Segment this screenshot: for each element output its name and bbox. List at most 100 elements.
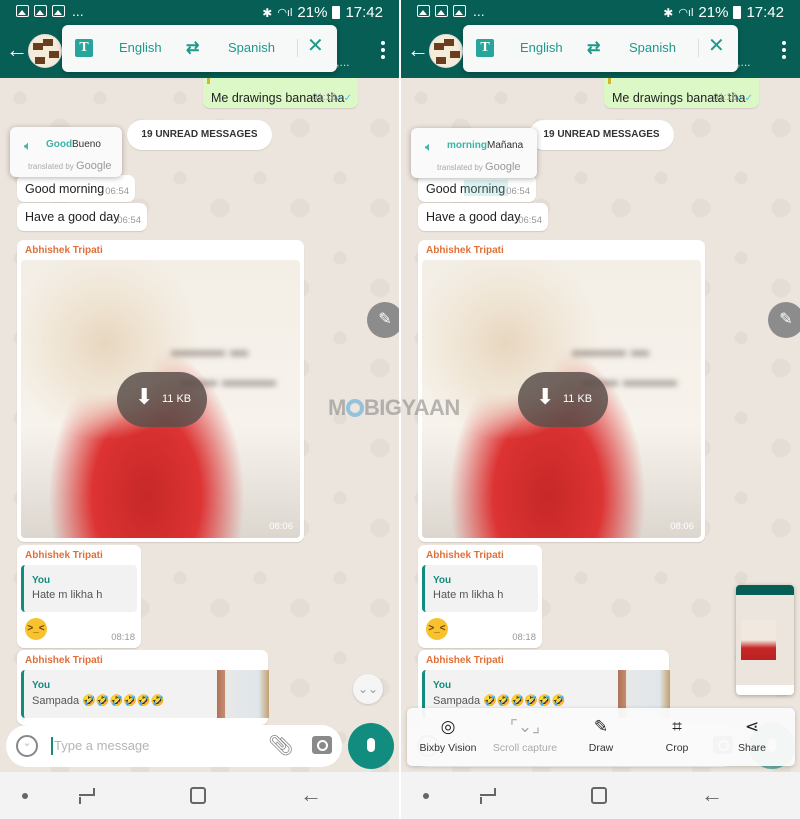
download-button[interactable]: ⬇ 11 KB (117, 372, 207, 427)
crop-icon: ⌗ (672, 717, 682, 736)
swap-languages-icon[interactable]: ⇄ (186, 38, 199, 58)
image-notification-icon (417, 5, 430, 17)
quoted-message[interactable]: You Hate m likha h (422, 565, 538, 612)
translate-logo-icon: T (75, 39, 93, 57)
screenshot-preview-thumbnail[interactable] (736, 585, 794, 695)
close-icon[interactable]: ✕ (307, 36, 324, 56)
mic-icon (367, 738, 375, 752)
image-notification-icon (435, 5, 448, 17)
recents-icon[interactable] (79, 788, 95, 804)
blurred-image[interactable]: ▬▬▬ ▬ ▬▬ ▬▬▬ ⬇ 11 KB 08:06 (21, 260, 300, 538)
message-bubble[interactable]: Have a good day 06:54 (17, 203, 147, 231)
group-avatar[interactable] (429, 34, 463, 68)
source-language[interactable]: English (520, 40, 563, 55)
word-selection-highlight (464, 180, 508, 196)
message-input[interactable]: ᵕ Type a message 📎︎ (6, 725, 342, 767)
sender-name: Abhishek Tripati (25, 245, 103, 256)
more-options-icon[interactable] (782, 41, 786, 62)
eye-icon: ◎ (440, 717, 456, 736)
download-arrow-icon: ⬇ (135, 384, 154, 409)
image-message[interactable]: Abhishek Tripati ▬▬▬ ▬ ▬▬ ▬▬▬ ⬇ 11 KB 08… (418, 240, 705, 542)
translation-popup: 🔈︎ morning Mañana translated by Google (411, 128, 537, 178)
scroll-capture-button[interactable]: ⌜⌄⌟ Scroll capture (490, 708, 560, 766)
laughing-emoji: >_< (25, 618, 47, 640)
message-time: 08:06 (269, 521, 293, 532)
message-time: 08:06 (670, 521, 694, 532)
wifi-signal-icon: ◠ıl (678, 7, 694, 19)
nav-dot[interactable] (22, 793, 28, 799)
image-blur-text: ▬▬▬ ▬ (572, 340, 650, 360)
image-notification-icon (34, 5, 47, 17)
back-icon[interactable]: ← (701, 782, 723, 808)
home-icon[interactable] (190, 787, 206, 804)
wifi-signal-icon: ◠ıl (277, 7, 293, 19)
swap-languages-icon[interactable]: ⇄ (587, 38, 600, 58)
pencil-edge-handle[interactable]: ✎ (367, 302, 399, 338)
crop-button[interactable]: ⌗ Crop (642, 708, 712, 766)
source-language[interactable]: English (119, 40, 162, 55)
reply-message[interactable]: Abhishek Tripati You Sampada 🤣🤣🤣🤣🤣🤣 (17, 650, 269, 725)
sender-name: Abhishek Tripati (426, 655, 504, 666)
credit-brand: Google (485, 161, 521, 173)
translate-bar: T English ⇄ Spanish ✕ (463, 25, 738, 72)
smart-capture-toolbar: ◎ Bixby Vision ⌜⌄⌟ Scroll capture ✎ Draw… (407, 708, 795, 766)
group-avatar[interactable] (28, 34, 62, 68)
close-icon[interactable]: ✕ (708, 36, 725, 56)
tool-label: Scroll capture (492, 742, 558, 754)
message-text: Have a good day (25, 210, 120, 224)
message-bubble[interactable]: Good morning 06:54 (418, 175, 536, 202)
blurred-image[interactable]: ▬▬▬ ▬ ▬▬ ▬▬▬ ⬇ 11 KB 08:06 (422, 260, 701, 538)
credit-prefix: translated by (437, 163, 483, 172)
message-time: 06:54 (506, 186, 530, 197)
message-placeholder[interactable]: Type a message (54, 738, 149, 753)
scroll-down-icon[interactable]: ⌄⌄ (353, 674, 383, 704)
bixby-vision-button[interactable]: ◎ Bixby Vision (413, 708, 483, 766)
download-arrow-icon: ⬇ (536, 384, 555, 409)
bluetooth-icon: ✱ (663, 5, 674, 20)
emoji-icon[interactable]: ᵕ (16, 735, 38, 757)
target-language[interactable]: Spanish (228, 40, 275, 55)
message-bubble[interactable]: Have a good day 06:54 (418, 203, 548, 231)
image-notification-icon (453, 5, 466, 17)
more-options-icon[interactable] (381, 41, 385, 62)
quote-author: You (32, 575, 51, 586)
attach-icon[interactable]: 📎︎ (268, 733, 293, 758)
home-icon[interactable] (591, 787, 607, 804)
quoted-image-thumbnail (217, 670, 269, 718)
target-language[interactable]: Spanish (629, 40, 676, 55)
message-text: Have a good day (426, 210, 521, 224)
camera-icon[interactable] (312, 736, 332, 754)
sender-name: Abhishek Tripati (426, 550, 504, 561)
reply-message[interactable]: Abhishek Tripati You Hate m likha h >_< … (418, 545, 542, 648)
speaker-icon[interactable]: 🔈︎ (24, 138, 32, 154)
nav-dot[interactable] (423, 793, 429, 799)
translated-word: Mañana (487, 140, 524, 151)
image-blur-text: ▬▬▬ ▬ (171, 340, 249, 360)
back-arrow-icon[interactable]: ← (6, 39, 28, 61)
outgoing-message[interactable]: Me drawings banata tha 01:18 ✓✓ (203, 78, 358, 108)
sender-name: Abhishek Tripati (25, 550, 103, 561)
quoted-message[interactable]: You Hate m likha h (21, 565, 137, 612)
draw-button[interactable]: ✎ Draw (566, 708, 636, 766)
outgoing-message[interactable]: Me drawings banata tha 01:18 ✓✓ (604, 78, 759, 108)
back-icon[interactable]: ← (300, 782, 322, 808)
quoted-message[interactable]: You Sampada 🤣🤣🤣🤣🤣🤣 (21, 670, 269, 718)
reply-message[interactable]: Abhishek Tripati You Hate m likha h >_< … (17, 545, 141, 648)
mic-button[interactable] (348, 723, 394, 769)
image-message[interactable]: Abhishek Tripati ▬▬▬ ▬ ▬▬ ▬▬▬ ⬇ 11 KB 08… (17, 240, 304, 542)
message-time: 08:18 (111, 632, 135, 643)
download-button[interactable]: ⬇ 11 KB (518, 372, 608, 427)
pencil-edge-handle[interactable]: ✎ (768, 302, 800, 338)
battery-percent: 21% (297, 4, 328, 21)
tool-label: Draw (588, 742, 614, 754)
back-arrow-icon[interactable]: ← (407, 39, 429, 61)
file-size: 11 KB (563, 393, 593, 405)
share-icon: ⋖ (744, 717, 760, 736)
recents-icon[interactable] (480, 788, 496, 804)
quote-text: Hate m likha h (32, 589, 103, 601)
share-button[interactable]: ⋖ Share (717, 708, 787, 766)
image-notification-icon (16, 5, 29, 17)
message-bubble[interactable]: Good morning 06:54 (17, 175, 135, 202)
quote-text: Sampada 🤣🤣🤣🤣🤣🤣 (433, 695, 566, 707)
speaker-icon[interactable]: 🔈︎ (425, 139, 433, 155)
